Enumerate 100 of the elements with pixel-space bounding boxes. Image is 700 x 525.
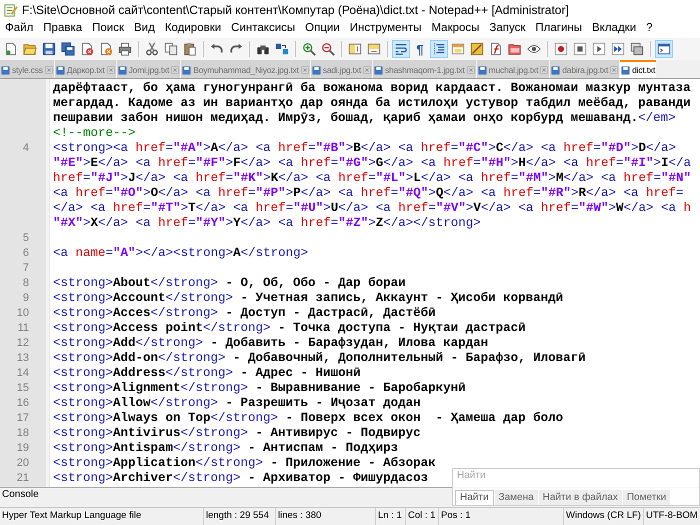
toolbar-button[interactable] [143,40,161,58]
code-line: <a name="A"></a><strong>A</strong> [53,246,308,261]
code-line: "#E">E</a> <a href="#F">F</a> <a href="#G">G</a> <a href="#H">H</a> <a href="#I">I</a [53,156,692,171]
menu-item[interactable]: Вид [129,20,160,38]
panel-title: Найти [456,469,487,481]
scissors-icon [145,42,159,56]
pilcrow-button[interactable]: ¶ [411,40,429,58]
menu-item[interactable]: Поиск [87,20,130,38]
copy-icon [164,42,178,56]
line-number: 14 [16,368,29,379]
toolbar-button[interactable] [59,40,77,58]
toolbar-button[interactable] [392,40,410,58]
tab[interactable]: Найти в файлах [538,490,622,505]
toolbar-button[interactable] [571,40,589,58]
menu-item[interactable]: Файл [0,20,38,38]
line-number: 5 [22,233,29,244]
code-line: <strong>Account</strong> - Учетная запись, Аккаунт - Ҳисоби корвандӣ [53,291,564,306]
panel-title: Console [2,490,39,500]
toolbar-button[interactable] [655,40,673,58]
line-number: 7 [22,263,29,274]
tab[interactable]: dict.txt [620,60,656,78]
menu-item[interactable]: Опции [300,20,345,38]
file-icon [374,66,383,74]
line-number: 10 [16,308,29,319]
menu-item[interactable]: Вкладки [587,20,642,38]
file-icon [1,66,10,74]
code-line: <strong>Application</strong> - Приложение - Абзорак [53,456,436,471]
toolbar-button[interactable] [430,40,448,58]
line-number: 19 [16,443,29,454]
toolbar-button[interactable] [40,40,58,58]
line-number: 21 [16,473,29,484]
tab[interactable]: Найти [455,490,494,505]
code-line: <strong>Allow</strong> - Разрешить - Иҷозат додан [53,396,421,411]
toolbar-button[interactable] [552,40,570,58]
file-icon [118,66,127,74]
tab[interactable]: Замена [494,490,538,505]
eye-icon [527,42,541,56]
menu-item[interactable]: Синтаксисы [226,20,300,38]
split-window-icon [348,42,362,56]
code-line: "#X">X</a> <a href="#Y">Y</a> <a href="#Z">Z</a></strong> [53,216,481,231]
close-file-icon [80,42,94,56]
menu-item[interactable]: Запуск [484,20,530,38]
word-wrap-icon [394,42,408,56]
code-line: <strong>Alignment</strong> - Выравнивание - Баробаркунӣ [53,381,466,396]
toolbar-button[interactable] [319,40,337,58]
folder-icon [23,42,37,56]
line-number: 16 [16,398,29,409]
code-line: <strong>Antispam</strong> - Антиспам - Подҳирз [53,441,398,456]
toolbar-button[interactable] [116,40,134,58]
record-icon [554,42,568,56]
fast-forward-icon [611,42,625,56]
function-list-icon [489,42,503,56]
toolbar-button[interactable] [628,40,646,58]
line-number: 15 [16,383,29,394]
status-text: UTF-8-BOM [646,509,698,524]
menu-item[interactable]: ? [641,20,658,38]
stop-icon [573,42,587,56]
new-file-icon [4,42,18,56]
code-line: <strong>Antivirus</strong> - Антивирус - Подвирус [53,426,421,441]
file-icon [182,66,192,74]
status-text: Col : 1 [408,509,436,524]
code-line: </a> <a href="#T">T</a> <a href="#U">U</a> <a href="#V">V</a> <a href="#W">W</a> <a h [53,201,692,216]
zoom-in-icon [302,42,316,56]
notepad-icon [3,2,18,18]
line-number: 4 [22,143,29,154]
code-line: <strong>Access point</strong> - Точка доступа - Нуқтаи дастрасӣ [53,321,526,336]
menu-item[interactable]: Макросы [426,20,484,38]
menu-item[interactable]: Кодировки [160,20,226,38]
toolbar-button[interactable] [300,40,318,58]
toolbar-button[interactable] [609,40,627,58]
console-window-icon [657,42,671,56]
play-icon [592,42,606,56]
status-text: length : 29 554 [206,509,269,524]
file-icon [312,66,321,74]
file-icon [56,66,65,74]
menu-item[interactable]: Инструменты [344,20,426,38]
zoom-out-icon [321,42,335,56]
menu-item[interactable]: Правка [38,20,88,38]
code-line: <strong>About</strong> - О, Об, Обо - Дар бораи [53,276,406,291]
code-line: <strong>Always on Top</strong> - Поверх всех окон - Ҳамеша дар боло [53,411,564,426]
status-text: Ln : 1 [378,509,402,524]
status-text: Hyper Text Markup Language file [2,509,142,524]
code-line: <strong><a href="#A">A</a> <a href="#B">B</a> <a href="#C">C</a> <a href="#D">D</a> [53,141,676,156]
line-number: 17 [16,413,29,424]
code-line: href="#J">J</a> <a href="#K">K</a> <a href="#L">L</a> <a href="#M">M</a> <a href="#N" [53,171,692,186]
file-icon [478,66,487,74]
code-line: <strong>Archiver</strong> - Архиватор - Фишурдасоз [53,471,428,486]
code-line: <strong>Add</strong> - Добавить - Барафзудан, Илова кардан [53,336,488,351]
toolbar-button[interactable] [590,40,608,58]
file-icon [551,66,560,74]
panel-icon [451,42,465,56]
menu-item[interactable]: Плагины [530,20,588,38]
toolbar-button[interactable] [162,40,180,58]
split-window-icon [367,42,381,56]
line-number: 12 [16,338,29,349]
tab[interactable]: Пометки [622,490,670,505]
window-title: F:\Site\Основной сайт\content\Старый контент\Компутар (Роёна)\dict.txt - Notepad++ [Administrator] [22,2,569,19]
toolbar-button[interactable] [468,40,486,58]
status-text: lines : 380 [278,509,322,524]
line-number: 11 [18,323,29,334]
